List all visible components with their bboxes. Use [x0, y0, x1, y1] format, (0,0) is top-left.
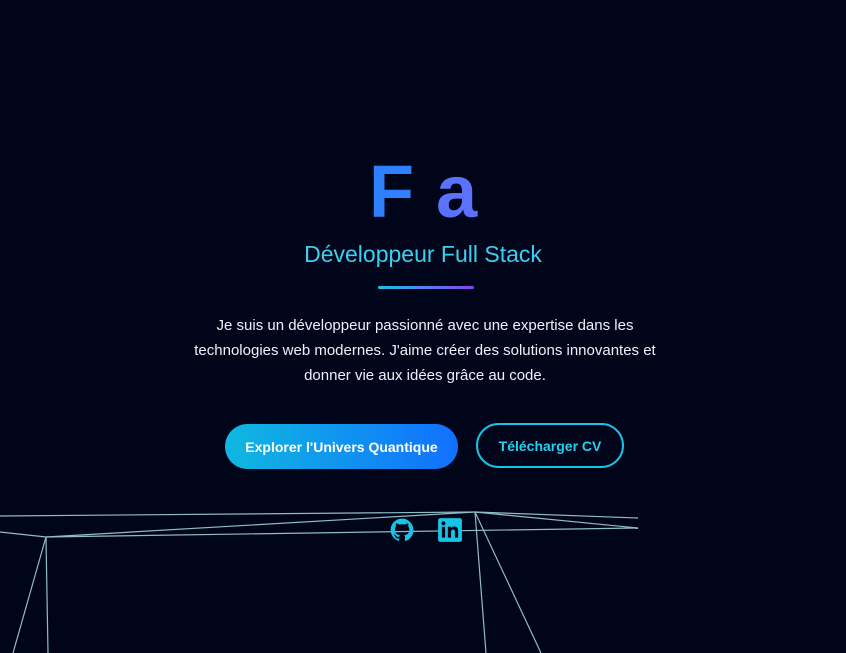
hero-description: Je suis un développeur passionné avec un…: [194, 317, 656, 384]
name-letter-2: a: [436, 150, 478, 233]
gradient-divider: [378, 286, 474, 289]
download-cv-button[interactable]: Télécharger CV: [476, 423, 624, 468]
explore-universe-button[interactable]: Explorer l'Univers Quantique: [225, 424, 458, 469]
github-icon: [390, 518, 414, 541]
hero-name: Fa: [0, 152, 846, 232]
hero-subtitle: Développeur Full Stack: [304, 241, 542, 267]
github-link[interactable]: [388, 516, 416, 544]
name-letter-1: F: [368, 150, 415, 233]
linkedin-icon: [438, 518, 462, 542]
linkedin-link[interactable]: [436, 516, 464, 544]
